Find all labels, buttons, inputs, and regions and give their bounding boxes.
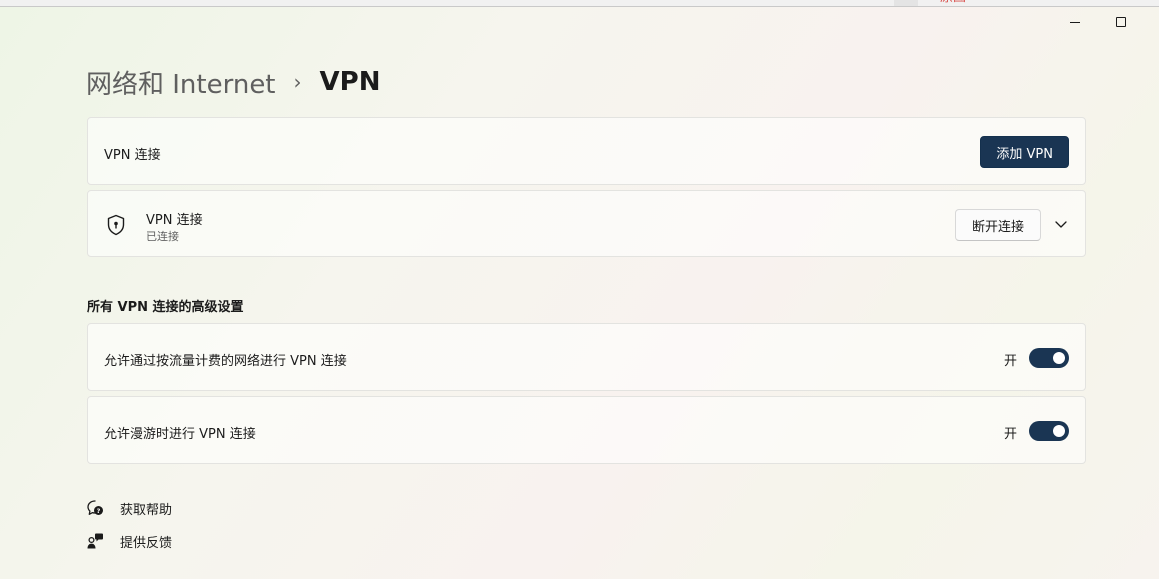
give-feedback-label: 提供反馈 <box>120 535 173 551</box>
toggle-state-label: 开 <box>1003 427 1017 442</box>
minimize-icon <box>1070 21 1080 23</box>
vpn-connection-status: 已连接 <box>146 230 179 243</box>
page-title: VPN <box>319 67 381 97</box>
maximize-button[interactable] <box>1111 12 1131 32</box>
setting-metered-label: 允许通过按流量计费的网络进行 VPN 连接 <box>104 354 347 369</box>
svg-text:?: ? <box>97 507 101 515</box>
strip-segment <box>894 0 918 6</box>
give-feedback-link[interactable]: 提供反馈 <box>86 531 172 551</box>
breadcrumb-parent-link[interactable]: 网络和 Internet <box>86 64 276 101</box>
breadcrumb-separator-icon: › <box>293 70 302 94</box>
vpn-connection-name: VPN 连接 <box>146 213 203 228</box>
top-window-strip: 原图 <box>0 0 1159 7</box>
setting-roaming-label: 允许漫游时进行 VPN 连接 <box>104 427 256 442</box>
shield-icon <box>107 214 125 236</box>
get-help-label: 获取帮助 <box>120 502 173 518</box>
breadcrumb: 网络和 Internet › VPN <box>86 64 380 100</box>
setting-metered-network: 允许通过按流量计费的网络进行 VPN 连接 开 <box>87 323 1086 391</box>
get-help-link[interactable]: ? 获取帮助 <box>86 498 172 518</box>
chevron-down-icon[interactable] <box>1053 216 1069 232</box>
disconnect-button[interactable]: 断开连接 <box>954 209 1041 241</box>
roaming-toggle[interactable] <box>1029 421 1069 441</box>
vpn-connections-card: VPN 连接 添加 VPN <box>87 117 1086 185</box>
metered-network-toggle[interactable] <box>1029 348 1069 368</box>
advanced-settings-title: 所有 VPN 连接的高级设置 <box>87 300 244 315</box>
setting-roaming: 允许漫游时进行 VPN 连接 开 <box>87 396 1086 464</box>
maximize-icon <box>1116 17 1126 27</box>
vpn-connection-item[interactable]: VPN 连接 已连接 断开连接 <box>87 190 1086 257</box>
toggle-state-label: 开 <box>1003 354 1017 369</box>
vpn-connections-label: VPN 连接 <box>104 148 161 163</box>
help-chat-icon: ? <box>87 500 103 515</box>
feedback-person-icon <box>87 533 103 549</box>
toggle-knob <box>1053 352 1065 364</box>
minimize-button[interactable] <box>1065 12 1085 32</box>
toggle-knob <box>1053 425 1065 437</box>
clipped-strip-text: 原图 <box>940 0 966 5</box>
add-vpn-button[interactable]: 添加 VPN <box>980 136 1069 168</box>
